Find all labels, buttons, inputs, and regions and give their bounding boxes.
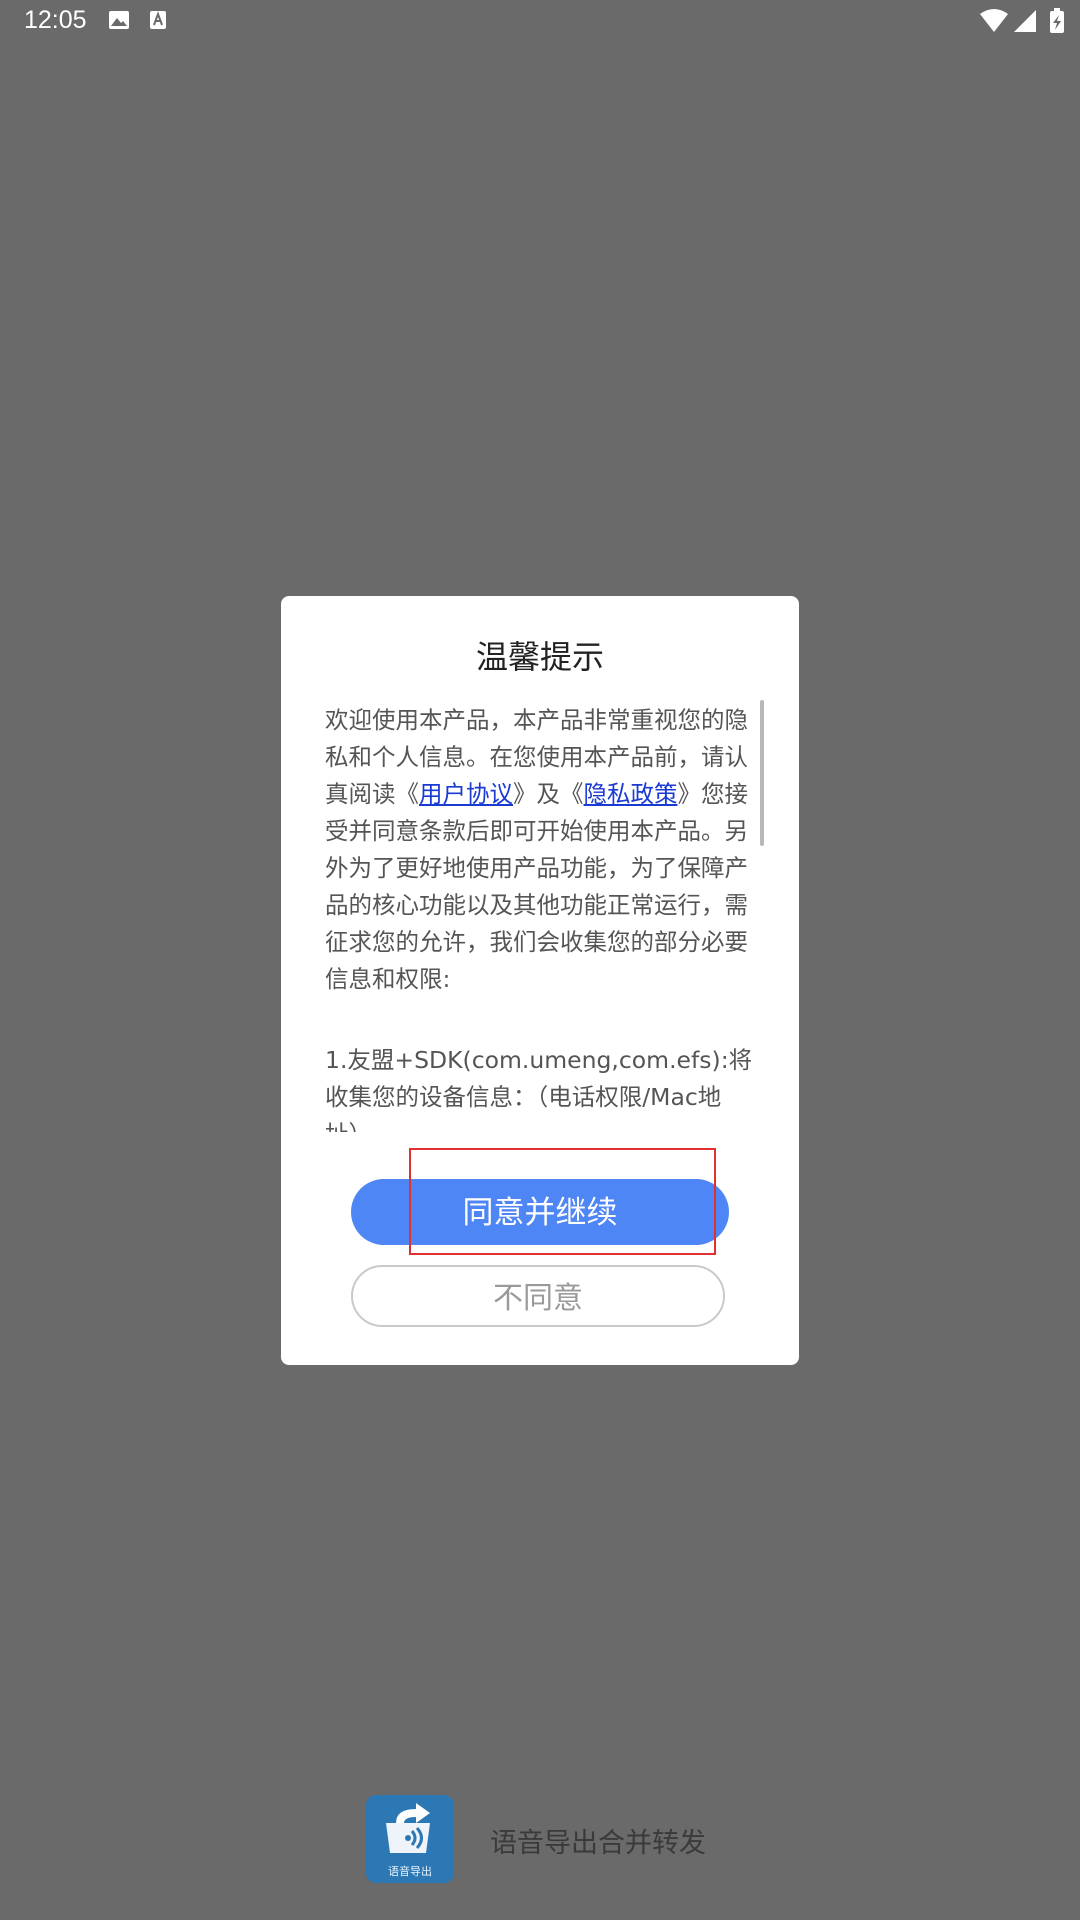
scrollbar-thumb[interactable] [760, 700, 764, 846]
app-logo: 语音导出 [366, 1795, 454, 1883]
battery-charging-icon [1050, 8, 1064, 33]
sdk-paragraph: 1.友盟+SDK(com.umeng,com.efs):将收集您的设备信息：（电… [325, 1046, 753, 1132]
privacy-policy-link[interactable]: 隐私政策 [584, 780, 678, 808]
status-right-icons [980, 8, 1064, 33]
disagree-button[interactable]: 不同意 [351, 1265, 725, 1327]
intro-text-2: 》及《 [513, 780, 584, 808]
app-name: 语音导出合并转发 [490, 1828, 706, 1859]
status-time: 12:05 [24, 6, 87, 34]
app-footer: 语音导出 语音导出合并转发 [0, 1795, 1080, 1885]
privacy-intro-paragraph: 欢迎使用本产品，本产品非常重视您的隐私和个人信息。在您使用本产品前，请认真阅读《… [325, 702, 755, 998]
privacy-dialog: 温馨提示 欢迎使用本产品，本产品非常重视您的隐私和个人信息。在您使用本产品前，请… [281, 596, 799, 1365]
user-agreement-link[interactable]: 用户协议 [419, 780, 513, 808]
voice-export-icon [386, 1803, 430, 1853]
app-logo-text: 语音导出 [388, 1865, 432, 1878]
intro-text-3: 》您接受并同意条款后即可开始使用本产品。另外为了更好地使用产品功能，为了保障产品… [325, 780, 748, 993]
agree-continue-button[interactable]: 同意并继续 [351, 1179, 729, 1245]
signal-icon [1014, 10, 1036, 32]
text-a-icon [150, 11, 166, 29]
status-bar: 12:05 [0, 0, 1080, 42]
image-icon [109, 11, 129, 29]
dialog-title: 温馨提示 [475, 638, 604, 676]
dialog-body[interactable]: 欢迎使用本产品，本产品非常重视您的隐私和个人信息。在您使用本产品前，请认真阅读《… [325, 702, 755, 1132]
wifi-icon [980, 9, 1008, 32]
